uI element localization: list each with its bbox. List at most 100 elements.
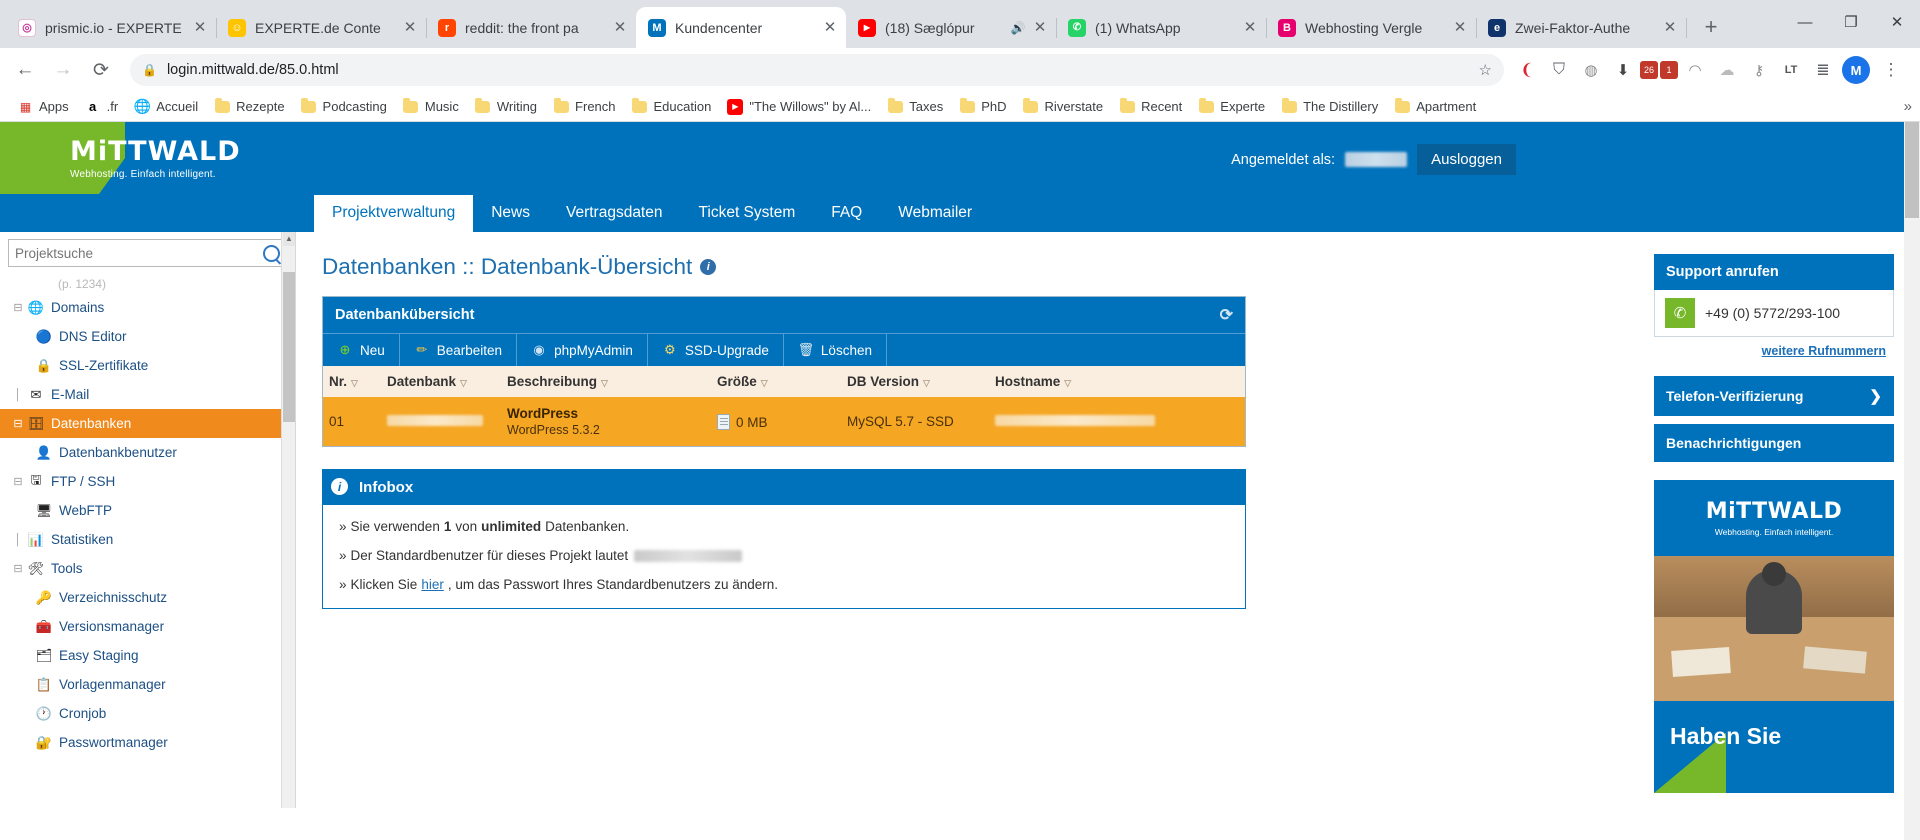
film-extension-icon[interactable]: ◍ [1576, 55, 1606, 85]
col-db-version[interactable]: DB Version ▽ [841, 366, 989, 397]
sidebar-item-domains[interactable]: ⊟ 🌐 Domains [0, 293, 295, 322]
list-extension-icon[interactable]: ≣ [1808, 55, 1838, 85]
tab-ticket-system[interactable]: Ticket System [680, 195, 813, 232]
project-search-box[interactable] [8, 239, 287, 267]
search-input[interactable] [15, 245, 263, 261]
sidebar-item-datenbanken[interactable]: ⊟ 🗄 Datenbanken [0, 409, 295, 438]
back-button[interactable]: ← [8, 53, 42, 87]
tab-vertragsdaten[interactable]: Vertragsdaten [548, 195, 681, 232]
bookmark-phd[interactable]: PhD [952, 96, 1013, 118]
more-numbers-link[interactable]: weitere Rufnummern [1762, 344, 1886, 358]
chrome-menu-button[interactable]: ⋮ [1874, 53, 1908, 87]
bookmark-rezepte[interactable]: Rezepte [207, 96, 291, 118]
sidebar-item-ftp-ssh[interactable]: ⊟ 🖫 FTP / SSH [0, 467, 295, 496]
sidebar-item-verzeichnisschutz[interactable]: 🔑 Verzeichnisschutz [0, 583, 295, 612]
bookmark-experte[interactable]: Experte [1191, 96, 1272, 118]
col-hostname[interactable]: Hostname ▽ [989, 366, 1245, 397]
tab-close-icon[interactable]: ✕ [402, 20, 418, 35]
key-extension-icon[interactable]: ⚷ [1744, 55, 1774, 85]
page-scroll-thumb[interactable] [1905, 122, 1919, 218]
bookmark-music[interactable]: Music [396, 96, 466, 118]
tab-faq[interactable]: FAQ [813, 195, 880, 232]
bookmark-riverstate[interactable]: Riverstate [1016, 96, 1111, 118]
col-beschreibung[interactable]: Beschreibung ▽ [501, 366, 711, 397]
sidebar-item-tools[interactable]: ⊟ 🛠 Tools [0, 554, 295, 583]
sidebar-item-dns-editor[interactable]: 🔵 DNS Editor [0, 322, 295, 351]
bookmark-french[interactable]: French [546, 96, 622, 118]
new-tab-button[interactable]: + [1694, 10, 1728, 44]
bookmark-star-icon[interactable]: ☆ [1479, 61, 1492, 79]
col-groesse[interactable]: Größe ▽ [711, 366, 841, 397]
tab-close-icon[interactable]: ✕ [1032, 20, 1048, 35]
sidebar-item-webftp[interactable]: 🖥 WebFTP [0, 496, 295, 525]
page-scrollbar[interactable] [1904, 122, 1920, 840]
sidebar-item-statistiken[interactable]: │ 📊 Statistiken [0, 525, 295, 554]
sidebar-item-email[interactable]: │ ✉ E-Mail [0, 380, 295, 409]
ghost-extension-icon[interactable]: ◠ [1680, 55, 1710, 85]
tab-news[interactable]: News [473, 195, 548, 232]
tab-webmailer[interactable]: Webmailer [880, 195, 990, 232]
browser-tab-2[interactable]: r reddit: the front pa ✕ [426, 7, 637, 48]
mittwald-logo[interactable]: MiTTWALD Webhosting. Einfach intelligent… [70, 136, 241, 180]
sidebar-item-ssl-zertifikate[interactable]: 🔒 SSL-Zertifikate [0, 351, 295, 380]
window-close-button[interactable]: ✕ [1874, 0, 1920, 44]
browser-tab-4[interactable]: ▶ (18) Sæglópur 🔊 ✕ [846, 7, 1057, 48]
lt-extension-icon[interactable]: LT [1776, 55, 1806, 85]
browser-tab-3-active[interactable]: M Kundencenter ✕ [636, 7, 846, 48]
tab-close-icon[interactable]: ✕ [1242, 20, 1258, 35]
telefon-verifizierung-button[interactable]: Telefon-Verifizierung ❯ [1654, 376, 1894, 416]
sidebar-scrollbar[interactable]: ▲ [281, 232, 295, 808]
ssd-upgrade-button[interactable]: ⚙ SSD-Upgrade [648, 334, 784, 366]
bookmark-education[interactable]: Education [625, 96, 719, 118]
sidebar-item-passwortmanager[interactable]: 🔐 Passwortmanager [0, 728, 295, 757]
pocket-extension-icon[interactable]: ❨ [1512, 55, 1542, 85]
new-button[interactable]: ⊕ Neu [323, 334, 400, 366]
edit-button[interactable]: ✏ Bearbeiten [400, 334, 518, 366]
benachrichtigungen-button[interactable]: Benachrichtigungen [1654, 424, 1894, 462]
tab-close-icon[interactable]: ✕ [612, 20, 628, 35]
info-icon[interactable]: i [700, 259, 717, 275]
window-maximize-button[interactable]: ❐ [1828, 0, 1874, 44]
table-row[interactable]: 01 WordPress WordPress 5.3.2 0 MB MySQL … [323, 397, 1245, 446]
support-phone-row[interactable]: ✆ +49 (0) 5772/293-100 [1654, 290, 1894, 337]
profile-avatar[interactable]: M [1842, 56, 1870, 84]
bookmark-accueil[interactable]: 🌐 Accueil [127, 96, 205, 118]
cloud-extension-icon[interactable]: ☁ [1712, 55, 1742, 85]
bookmark-recent[interactable]: Recent [1112, 96, 1189, 118]
refresh-icon[interactable]: ⟳ [1220, 305, 1233, 325]
bookmark-writing[interactable]: Writing [468, 96, 544, 118]
address-bar[interactable]: 🔒 login.mittwald.de/85.0.html ☆ [130, 54, 1504, 86]
bookmark-apps[interactable]: ▦ Apps [10, 96, 76, 118]
sidebar-scroll-up-arrow[interactable]: ▲ [283, 232, 295, 246]
browser-tab-7[interactable]: e Zwei-Faktor-Authe ✕ [1476, 7, 1687, 48]
sidebar-item-cronjob[interactable]: 🕐 Cronjob [0, 699, 295, 728]
bookmarks-overflow-icon[interactable]: » [1904, 98, 1912, 115]
tab-projektverwaltung[interactable]: Projektverwaltung [314, 195, 474, 232]
bookmark-the-willows[interactable]: ▶ "The Willows" by Al... [720, 96, 878, 118]
tab-close-icon[interactable]: ✕ [192, 20, 208, 35]
delete-button[interactable]: 🗑 Löschen [784, 334, 887, 366]
bookmark-apartment[interactable]: Apartment [1387, 96, 1483, 118]
col-datenbank[interactable]: Datenbank ▽ [381, 366, 501, 397]
reload-button[interactable]: ⟳ [84, 53, 118, 87]
tab-close-icon[interactable]: ✕ [822, 20, 838, 35]
bookmark-podcasting[interactable]: Podcasting [294, 96, 394, 118]
sidebar-scroll-thumb[interactable] [283, 272, 295, 422]
browser-tab-5[interactable]: ✆ (1) WhatsApp ✕ [1056, 7, 1267, 48]
sidebar-item-vorlagenmanager[interactable]: 📋 Vorlagenmanager [0, 670, 295, 699]
bookmark-fr[interactable]: a .fr [78, 96, 126, 118]
bookmark-taxes[interactable]: Taxes [880, 96, 950, 118]
tab-close-icon[interactable]: ✕ [1452, 20, 1468, 35]
window-minimize-button[interactable]: — [1782, 0, 1828, 44]
phpmyadmin-button[interactable]: ◉ phpMyAdmin [517, 334, 648, 366]
tab-close-icon[interactable]: ✕ [1662, 20, 1678, 35]
tab-mute-icon[interactable]: 🔊 [1010, 22, 1026, 34]
sidebar-item-easy-staging[interactable]: 🗂 Easy Staging [0, 641, 295, 670]
promo-banner[interactable]: MiTTWALD Webhosting. Einfach intelligent… [1654, 480, 1894, 793]
forward-button[interactable]: → [46, 53, 80, 87]
badge-extension-1-icon[interactable]: 1 [1660, 61, 1678, 79]
shield-extension-icon[interactable]: ⛉ [1544, 55, 1574, 85]
download-extension-icon[interactable]: ⬇ [1608, 55, 1638, 85]
col-nr[interactable]: Nr. ▽ [323, 366, 381, 397]
browser-tab-1[interactable]: ☺ EXPERTE.de Conte ✕ [216, 7, 427, 48]
